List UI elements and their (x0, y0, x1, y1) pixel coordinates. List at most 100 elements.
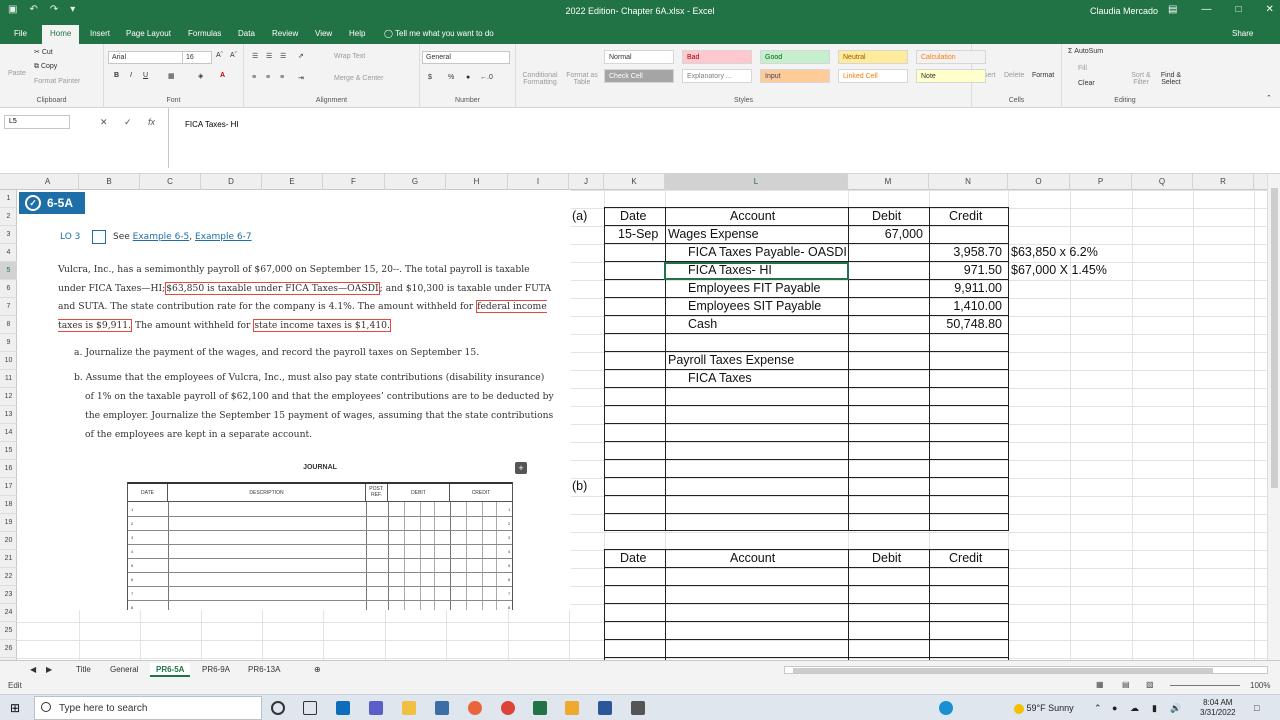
tell-me-search[interactable]: ◯ Tell me what you want to do (384, 29, 494, 38)
tab-review[interactable]: Review (272, 29, 298, 38)
normal-view-icon[interactable]: ▦ (1096, 680, 1104, 689)
decrease-font-icon[interactable]: Aˇ (230, 52, 237, 59)
vertical-scrollbar[interactable] (1267, 174, 1280, 660)
header-credit-b[interactable]: Credit (949, 551, 982, 565)
header-account-b[interactable]: Account (730, 551, 775, 565)
row-header[interactable]: 12 (0, 388, 17, 406)
top-align-icon[interactable]: ☰ (252, 52, 258, 60)
bold-icon[interactable]: B (114, 72, 119, 79)
windows-start-icon[interactable]: ⊞ (10, 701, 20, 715)
example-link-1[interactable]: Example 6-5 (133, 232, 190, 242)
merge-center-button[interactable]: Merge & Center (334, 75, 383, 82)
zoom-slider[interactable] (1170, 685, 1240, 686)
increase-font-icon[interactable]: Aˆ (216, 52, 223, 59)
entry-account[interactable]: Employees FIT Payable (688, 281, 820, 295)
row-header[interactable]: 15 (0, 442, 17, 460)
row-header[interactable]: 2 (0, 208, 17, 226)
label-part-a[interactable]: (a) (572, 209, 587, 223)
weather-widget[interactable]: 59°F Sunny (1014, 703, 1074, 714)
italic-icon[interactable]: I (130, 72, 132, 79)
tray-chevron-icon[interactable]: ⌃ (1094, 703, 1102, 714)
zoom-level[interactable]: 100% (1250, 681, 1270, 690)
sheet-tab-pr6-5a[interactable]: PR6-5A (150, 663, 191, 677)
font-color-icon[interactable]: A (220, 72, 225, 79)
header-debit-b[interactable]: Debit (872, 551, 901, 565)
cell-style-option[interactable]: Input (760, 69, 830, 83)
cell-style-option[interactable]: Bad (682, 50, 752, 64)
insert-function-icon[interactable]: fx (148, 117, 155, 127)
number-format-select[interactable]: General (422, 51, 510, 64)
enter-icon[interactable]: ✓ (124, 117, 132, 128)
row-header[interactable]: 13 (0, 406, 17, 424)
row-header[interactable]: 18 (0, 496, 17, 514)
cell-style-option[interactable]: Good (760, 50, 830, 64)
column-header[interactable]: P (1070, 174, 1132, 190)
app-icon[interactable] (631, 701, 645, 715)
cell-style-option[interactable]: Neutral (838, 50, 908, 64)
cell-style-option[interactable]: Explanatory ... (682, 69, 752, 83)
tab-page-layout[interactable]: Page Layout (126, 29, 171, 38)
taskbar-search[interactable]: Type here to search (34, 696, 262, 720)
row-header[interactable]: 22 (0, 568, 17, 586)
column-header[interactable]: G (385, 174, 446, 190)
align-left-icon[interactable]: ≡ (252, 74, 256, 81)
entry-debit[interactable]: 67,000 (803, 227, 923, 241)
entry-credit[interactable]: 1,410.00 (882, 299, 1002, 313)
conditional-formatting-button[interactable]: Conditional Formatting (518, 72, 562, 86)
borders-icon[interactable]: ▦ (168, 72, 175, 80)
column-header[interactable]: B (79, 174, 140, 190)
row-header[interactable]: 16 (0, 460, 17, 478)
row-header[interactable]: 20 (0, 532, 17, 550)
tab-insert[interactable]: Insert (90, 29, 110, 38)
autosum-button[interactable]: Σ AutoSum (1068, 48, 1103, 55)
column-header[interactable]: J (569, 174, 604, 190)
sheet-tab-general[interactable]: General (104, 663, 144, 677)
page-break-view-icon[interactable]: ▧ (1146, 680, 1154, 689)
format-cells-button[interactable]: Format (1032, 72, 1054, 79)
entry-account[interactable]: Employees SIT Payable (688, 299, 821, 313)
entry-note[interactable]: $67,000 X 1.45% (1011, 263, 1107, 277)
page-layout-view-icon[interactable]: ▤ (1122, 680, 1130, 689)
help-icon[interactable] (939, 701, 953, 715)
row-header[interactable]: 17 (0, 478, 17, 496)
cell-style-option[interactable]: Calculation (916, 50, 986, 64)
vertical-scroll-thumb[interactable] (1271, 188, 1278, 488)
word-icon[interactable] (598, 701, 612, 715)
row-header[interactable]: 8 (0, 316, 17, 334)
column-header[interactable]: E (262, 174, 323, 190)
find-select-button[interactable]: Find & Select (1156, 72, 1186, 86)
format-painter-button[interactable]: Format Painter (34, 78, 80, 85)
column-header[interactable]: N (929, 174, 1008, 190)
sheet-tab-pr6-9a[interactable]: PR6-9A (196, 663, 236, 677)
excel-icon[interactable] (533, 701, 547, 715)
row-header[interactable]: 9 (0, 334, 17, 352)
clear-button[interactable]: Clear (1078, 80, 1095, 87)
tab-data[interactable]: Data (238, 29, 255, 38)
middle-align-icon[interactable]: ☰ (266, 52, 272, 60)
maximize-icon[interactable]: □ (1235, 4, 1241, 15)
orientation-icon[interactable]: ⇗ (298, 52, 304, 60)
column-header[interactable]: Q (1132, 174, 1193, 190)
column-header[interactable]: O (1008, 174, 1070, 190)
cell-style-option[interactable]: Normal (604, 50, 674, 64)
onedrive-icon[interactable]: ☁ (1130, 703, 1139, 714)
row-header[interactable]: 19 (0, 514, 17, 532)
column-header[interactable]: I (508, 174, 569, 190)
horizontal-scrollbar[interactable] (784, 666, 1268, 674)
row-header[interactable]: 23 (0, 586, 17, 604)
align-right-icon[interactable]: ≡ (280, 74, 284, 81)
row-header[interactable]: 3 (0, 226, 17, 244)
name-box[interactable]: L5 (4, 115, 70, 129)
column-header[interactable]: A (17, 174, 79, 190)
row-header[interactable]: 6 (0, 280, 17, 298)
entry-account[interactable]: FICA Taxes Payable- OASDI (688, 245, 847, 259)
copy-button[interactable]: ⧉ Copy (34, 63, 57, 71)
indent-icon[interactable]: ⇥ (298, 74, 304, 82)
entry-credit[interactable]: 3,958.70 (882, 245, 1002, 259)
volume-icon[interactable]: 🔊 (1170, 703, 1181, 714)
active-app-icon[interactable] (565, 701, 579, 715)
tab-view[interactable]: View (315, 29, 332, 38)
delete-cells-button[interactable]: Delete (1004, 72, 1024, 79)
calculator-icon[interactable] (435, 701, 449, 715)
collapse-ribbon-icon[interactable]: ⌃ (1266, 94, 1272, 102)
